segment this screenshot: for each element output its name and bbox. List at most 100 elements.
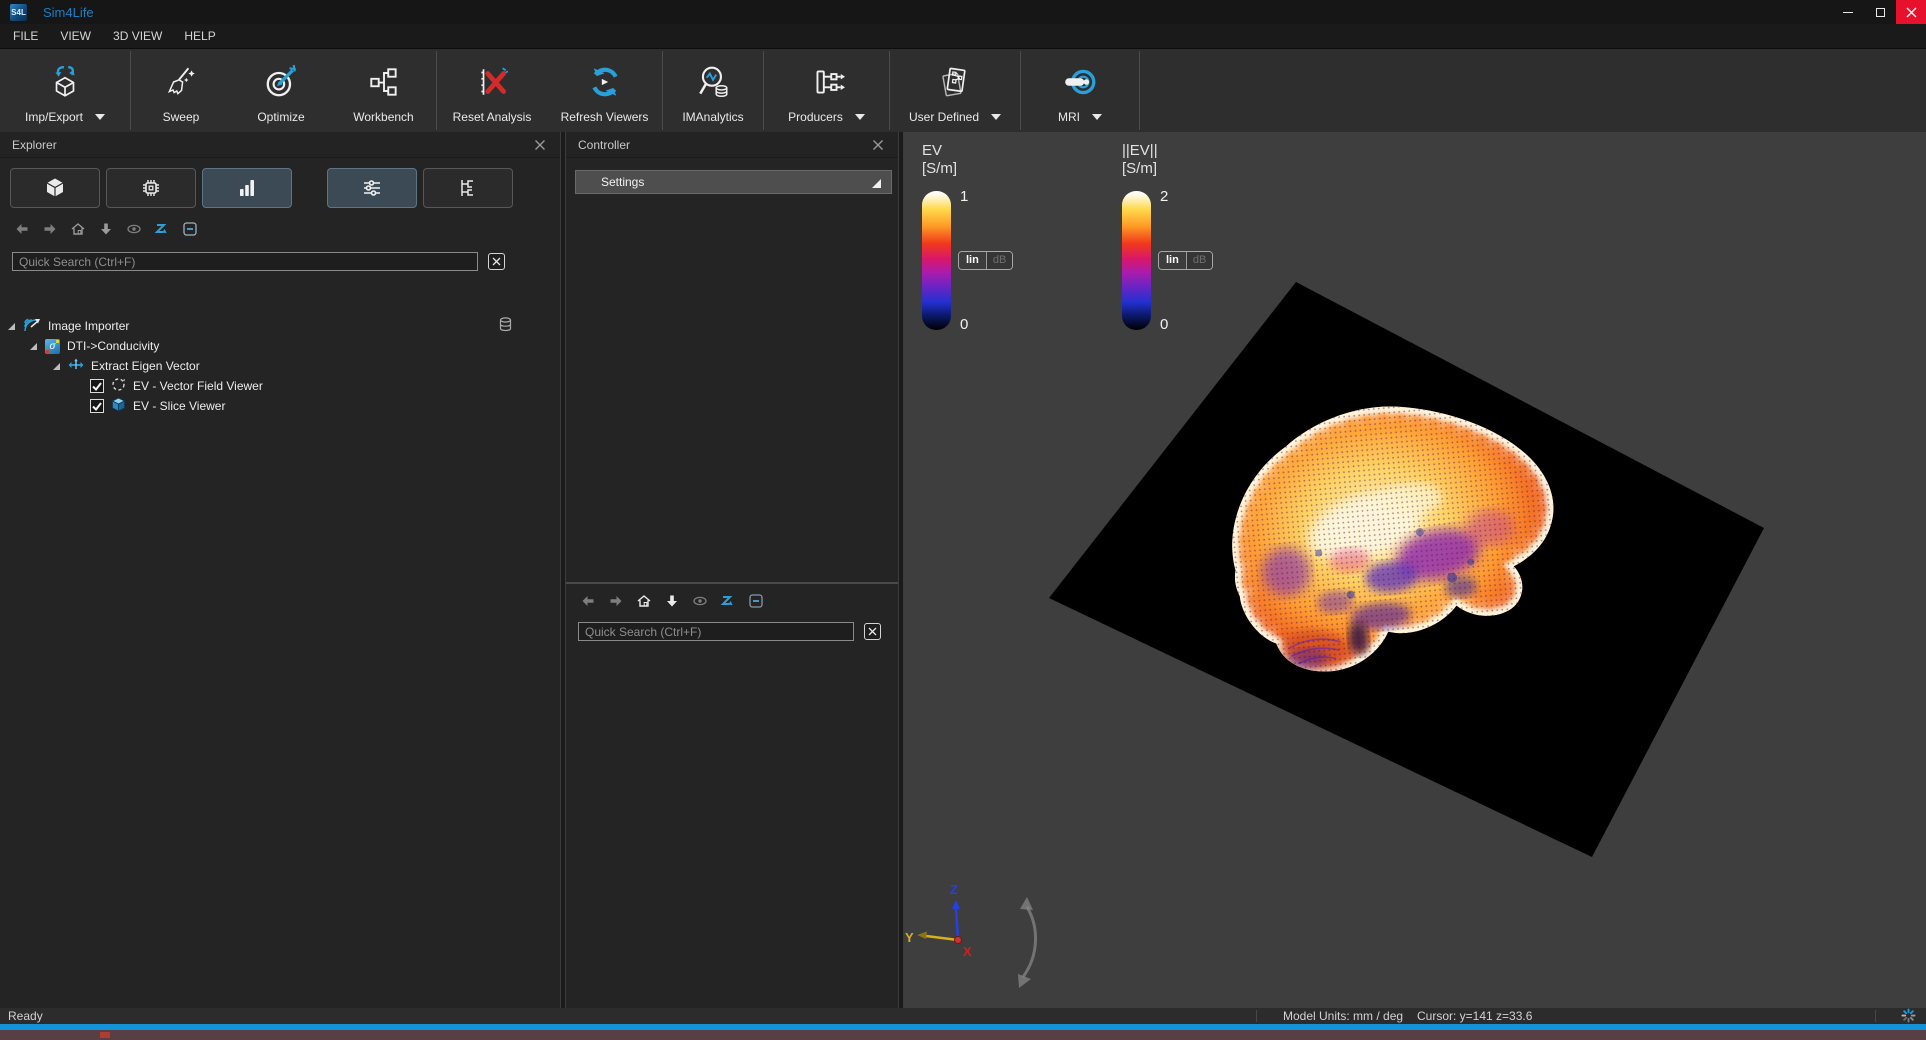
toolbar-label: Refresh Viewers	[561, 110, 649, 124]
toolbar-user-defined[interactable]: User Defined	[890, 49, 1020, 132]
expander-icon[interactable]	[30, 343, 37, 350]
tree-item-ev-slice-viewer[interactable]: EV - Slice Viewer	[0, 396, 560, 416]
refresh-icon	[587, 55, 623, 109]
status-bar: Ready Model Units: mm / deg Cursor: y=14…	[0, 1008, 1926, 1024]
forward-icon[interactable]	[41, 221, 58, 238]
lin-button[interactable]: lin	[1159, 252, 1187, 269]
eye-icon[interactable]	[691, 593, 708, 610]
dropdown-arrow-icon[interactable]	[991, 114, 1001, 120]
window-title: Sim4Life	[43, 5, 94, 20]
clear-search-icon[interactable]	[864, 623, 881, 640]
tab-analysis[interactable]	[202, 168, 292, 208]
down-arrow-icon[interactable]	[97, 221, 114, 238]
legend-ev-norm: ||EV|| [S/m] 2 0 lin dB	[1122, 142, 1252, 330]
menu-3d-view[interactable]: 3D VIEW	[102, 29, 173, 43]
slice-viewer-icon	[111, 397, 126, 415]
colorbar-ev-norm	[1122, 191, 1151, 330]
dropdown-arrow-icon[interactable]	[95, 114, 105, 120]
toolbar-label: Workbench	[353, 110, 413, 124]
explorer-header: Explorer	[0, 132, 560, 158]
target-icon	[263, 55, 299, 109]
bar-chart-icon	[235, 176, 259, 200]
colorbar-max-tick: 1	[960, 188, 968, 205]
minimize-button[interactable]	[1832, 0, 1864, 24]
eigen-vector-icon	[68, 358, 84, 375]
forward-icon[interactable]	[607, 593, 624, 610]
home-icon[interactable]	[69, 221, 86, 238]
tab-model[interactable]	[10, 168, 100, 208]
down-arrow-icon[interactable]	[663, 593, 680, 610]
collapse-corner-icon	[872, 179, 881, 188]
expander-icon[interactable]	[53, 363, 60, 370]
toolbar-mri[interactable]: MRI	[1021, 49, 1139, 132]
zoom-extents-icon[interactable]	[719, 593, 736, 610]
menu-bar: FILE VIEW 3D VIEW HELP	[0, 24, 1926, 48]
minimize-icon	[1843, 12, 1853, 13]
colorbar-min-tick: 0	[1160, 316, 1168, 333]
colorbar-max-tick: 2	[1160, 188, 1168, 205]
explorer-nav-toolbar	[0, 220, 560, 238]
tree-item-image-importer[interactable]: Image Importer	[0, 316, 560, 336]
toolbar-reset-analysis[interactable]: Reset Analysis	[437, 49, 547, 132]
controller-search-input[interactable]	[578, 622, 854, 641]
tree-item-dti-conductivity[interactable]: σ DTI->Conducivity	[0, 336, 560, 356]
back-icon[interactable]	[579, 593, 596, 610]
home-icon[interactable]	[635, 593, 652, 610]
legend-ev-name: EV	[922, 142, 1052, 160]
toolbar-optimize[interactable]: Optimize	[231, 49, 331, 132]
toolbar-imp-export[interactable]: Imp/Export	[0, 49, 130, 132]
main-toolbar: Imp/Export Sweep	[0, 48, 1926, 132]
explorer-search-row	[0, 252, 560, 271]
axis-z-label: Z	[950, 882, 958, 897]
close-icon	[1906, 7, 1917, 18]
database-badge-icon	[499, 317, 512, 335]
tree-item-ev-vector-field-viewer[interactable]: EV - Vector Field Viewer	[0, 376, 560, 396]
eye-icon[interactable]	[125, 221, 142, 238]
toolbar-sweep[interactable]: Sweep	[131, 49, 231, 132]
image-importer-icon	[23, 317, 41, 336]
tree-item-extract-eigen-vector[interactable]: Extract Eigen Vector	[0, 356, 560, 376]
chip-icon	[139, 176, 163, 200]
tab-properties[interactable]	[327, 168, 417, 208]
model-units-text: Model Units: mm / deg	[1283, 1009, 1403, 1023]
dropdown-arrow-icon[interactable]	[1092, 114, 1102, 120]
viewport-3d[interactable]: EV [S/m] 1 0 lin dB ||EV|| [S/m]	[904, 132, 1926, 1008]
controller-close-icon[interactable]	[872, 139, 884, 151]
dropdown-arrow-icon[interactable]	[855, 114, 865, 120]
taskbar-icon	[100, 1032, 110, 1038]
toolbar-producers[interactable]: Producers	[764, 49, 889, 132]
lin-button[interactable]: lin	[959, 252, 987, 269]
import-export-icon	[47, 55, 83, 109]
close-button[interactable]	[1896, 0, 1926, 24]
menu-view[interactable]: VIEW	[49, 29, 102, 43]
collapse-all-icon[interactable]	[181, 221, 198, 238]
tab-hierarchy[interactable]	[423, 168, 513, 208]
expander-icon[interactable]	[8, 323, 15, 330]
db-button[interactable]: dB	[987, 252, 1012, 269]
checkbox-checked[interactable]	[90, 379, 104, 393]
tab-simulation[interactable]	[106, 168, 196, 208]
zoom-extents-icon[interactable]	[153, 221, 170, 238]
db-button[interactable]: dB	[1187, 252, 1212, 269]
legend-ev-units: [S/m]	[922, 160, 1052, 178]
clear-search-icon[interactable]	[488, 253, 505, 270]
collapse-all-icon[interactable]	[747, 593, 764, 610]
checkbox-checked[interactable]	[90, 399, 104, 413]
back-icon[interactable]	[13, 221, 30, 238]
toolbar-imanalytics[interactable]: IMAnalytics	[663, 49, 763, 132]
explorer-close-icon[interactable]	[534, 139, 546, 151]
tree-label: EV - Slice Viewer	[133, 399, 225, 413]
sliders-icon	[360, 176, 384, 200]
controller-splitter[interactable]	[566, 582, 898, 584]
busy-spinner-icon	[1901, 1008, 1916, 1023]
toolbar-refresh-viewers[interactable]: Refresh Viewers	[547, 49, 662, 132]
rotation-arc-icon	[1009, 895, 1055, 990]
toolbar-workbench[interactable]: Workbench	[331, 49, 436, 132]
broom-icon	[163, 55, 199, 109]
menu-help[interactable]: HELP	[173, 29, 226, 43]
toolbar-label: Sweep	[163, 110, 200, 124]
explorer-search-input[interactable]	[12, 252, 478, 271]
menu-file[interactable]: FILE	[2, 29, 49, 43]
maximize-button[interactable]	[1864, 0, 1896, 24]
settings-section-header[interactable]: Settings	[575, 170, 892, 194]
